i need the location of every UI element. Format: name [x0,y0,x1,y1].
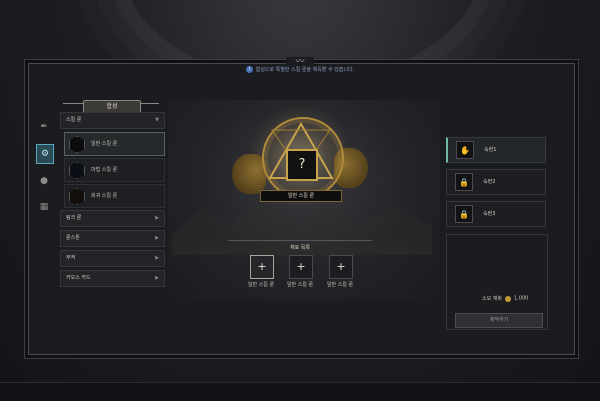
category-label: 룬스톤 [66,235,80,241]
proficiency-label: 숙련3 [483,211,496,217]
proficiency-label: 숙련1 [484,147,497,153]
material-slot-2[interactable]: + [289,255,313,279]
gear-icon: ⚙ [40,149,50,159]
coin-icon [505,295,511,302]
rune-hex-icon [69,162,85,179]
material-slot-1[interactable]: + [250,255,274,279]
category-chaos-card[interactable]: 카오스 카드 ▶ [60,270,165,287]
category-talisman[interactable]: 부적 ▶ [60,250,165,267]
material-label-3: 일반 스킬 룬 [326,282,354,288]
material-slot-3[interactable]: + [329,255,353,279]
sub-item-magic-skill-rune[interactable]: 마법 스킬 룬 [64,158,165,182]
cost-display: 소모 재화 1,000 [482,295,528,302]
card-stack-icon: ▦ [39,202,49,212]
side-tabs: ✒ ⚙ ● ▦ [36,118,54,224]
lock-icon: 🔒 [455,173,473,191]
side-tab-orb[interactable]: ● [36,172,52,190]
cost-amount: 1,000 [514,295,529,302]
category-skill-rune[interactable]: 스킬 룬 ▼ [60,112,165,129]
category-label: 링크 룬 [66,215,82,221]
orb-icon: ● [40,176,48,186]
proficiency-item-1[interactable]: ✋ 숙련1 [446,137,546,163]
rune-hex-icon [69,188,85,205]
proficiency-list: ✋ 숙련1 🔒 숙련2 🔒 숙련3 [446,137,546,233]
result-slot[interactable]: ? [286,149,318,181]
category-label: 부적 [66,255,76,261]
chevron-right-icon: ▶ [155,215,159,221]
materials-title: 재료 목록 [228,240,372,251]
proficiency-label: 숙련2 [483,179,496,185]
side-tab-feather[interactable]: ✒ [36,118,52,136]
chevron-right-icon: ▶ [155,255,159,261]
chevron-right-icon: ▶ [155,235,159,241]
category-label: 카오스 카드 [66,275,91,281]
cost-label: 소모 재화 [482,296,502,302]
side-tab-cards[interactable]: ▦ [36,198,52,216]
info-icon: i [245,66,253,73]
feather-icon: ✒ [40,122,48,132]
proficiency-item-3[interactable]: 🔒 숙련3 [446,201,546,227]
craft-button[interactable]: 제작하기 [455,313,543,328]
bottom-bar [0,382,600,401]
lock-icon: 🔒 [455,205,473,223]
hand-icon: ✋ [456,141,474,159]
sub-item-rare-skill-rune[interactable]: 희귀 스킬 룬 [64,184,165,208]
rune-hex-icon [69,136,85,153]
sub-item-label: 일반 스킬 룬 [91,141,118,147]
category-label: 스킬 룬 [66,117,82,123]
notice-bar: i 합성으로 특별한 스킬 룬을 획득할 수 있습니다. [0,66,600,73]
category-link-rune[interactable]: 링크 룬 ▶ [60,210,165,227]
proficiency-item-2[interactable]: 🔒 숙련2 [446,169,546,195]
side-tab-gear[interactable]: ⚙ [36,144,54,164]
sub-item-label: 희귀 스킬 룬 [91,193,118,199]
notice-text: 합성으로 특별한 스킬 룬을 획득할 수 있습니다. [255,67,355,73]
chevron-down-icon: ▼ [155,117,159,123]
sub-item-label: 마법 스킬 룬 [91,167,118,173]
category-runestone[interactable]: 룬스톤 ▶ [60,230,165,247]
chevron-right-icon: ▶ [155,275,159,281]
category-menu: 스킬 룬 ▼ 일반 스킬 룬 마법 스킬 룬 희귀 스킬 룬 링크 룬 ▶ 룬스… [60,112,165,290]
emblem-wing-left [232,154,266,194]
sub-item-normal-skill-rune[interactable]: 일반 스킬 룬 [64,132,165,156]
result-name: 일반 스킬 룬 [260,190,342,202]
